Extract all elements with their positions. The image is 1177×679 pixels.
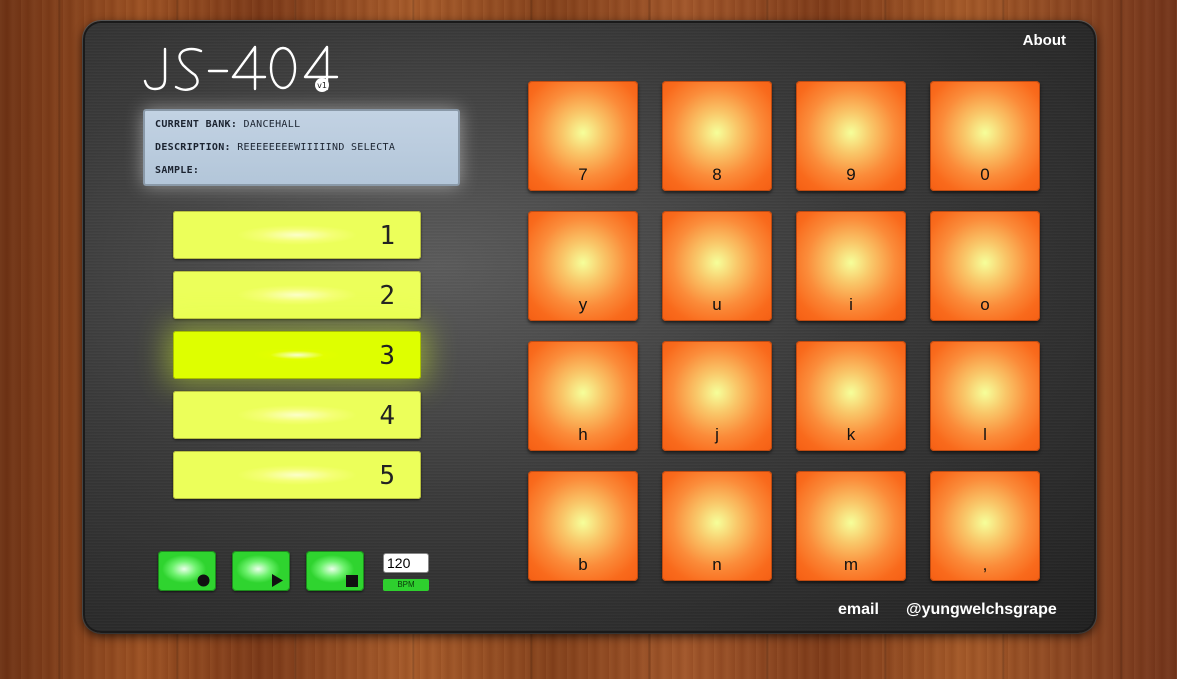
bank-button-3[interactable]: 3 xyxy=(173,331,421,379)
lcd-description-value: REEEEEEEEWIIIIIND SELECTA xyxy=(237,142,396,153)
lcd-bank-value: DANCEHALL xyxy=(243,119,301,130)
bank-button-4[interactable]: 4 xyxy=(173,391,421,439)
bank-number: 1 xyxy=(379,221,395,251)
logo-badge: v1 xyxy=(317,81,327,90)
pad-key-label: 7 xyxy=(578,165,588,184)
pad-key-label: i xyxy=(849,295,853,314)
bank-number: 2 xyxy=(379,281,395,311)
stop-button[interactable] xyxy=(306,551,364,591)
email-link[interactable]: email xyxy=(838,601,879,619)
pad-key-label: j xyxy=(715,425,719,444)
bpm-label: BPM xyxy=(383,579,429,591)
bank-number: 5 xyxy=(379,461,395,491)
pad-key-label: u xyxy=(712,295,722,314)
lcd-sample-key: SAMPLE: xyxy=(155,165,200,176)
play-icon xyxy=(272,574,283,587)
lcd-description-key: DESCRIPTION: xyxy=(155,142,231,153)
lcd-bank-key: CURRENT BANK: xyxy=(155,119,238,130)
pad-key-label: n xyxy=(712,555,722,574)
record-button[interactable] xyxy=(158,551,216,591)
pad-o[interactable]: o xyxy=(930,211,1040,321)
pad-key-label: l xyxy=(983,425,987,444)
pad-key-label: , xyxy=(982,555,988,574)
play-button[interactable] xyxy=(232,551,290,591)
pad-key-label: h xyxy=(578,425,588,444)
pad-key-label: k xyxy=(846,425,856,444)
bpm-input[interactable] xyxy=(383,553,429,573)
lcd-description-row: DESCRIPTION: REEEEEEEEWIIIIIND SELECTA xyxy=(155,141,395,155)
pad-k[interactable]: k xyxy=(796,341,906,451)
lcd-display: CURRENT BANK: DANCEHALL DESCRIPTION: REE… xyxy=(143,109,460,186)
pad-key-label: m xyxy=(843,555,859,574)
bank-number: 4 xyxy=(379,401,395,431)
pad-key-label: 8 xyxy=(712,165,722,184)
pad-key-label: y xyxy=(578,295,588,314)
bank-button-2[interactable]: 2 xyxy=(173,271,421,319)
pad-u[interactable]: u xyxy=(662,211,772,321)
pad-b[interactable]: b xyxy=(528,471,638,581)
pad-key-label: 0 xyxy=(980,165,990,184)
stop-icon xyxy=(346,575,358,587)
pad-7[interactable]: 7 xyxy=(528,81,638,191)
pad-i[interactable]: i xyxy=(796,211,906,321)
pad-key-label: b xyxy=(578,555,588,574)
twitter-link[interactable]: @yungwelchsgrape xyxy=(906,601,1057,619)
pad-key-label: 9 xyxy=(846,165,856,184)
lcd-bank-row: CURRENT BANK: DANCEHALL xyxy=(155,118,300,132)
pad-y[interactable]: y xyxy=(528,211,638,321)
bank-button-5[interactable]: 5 xyxy=(173,451,421,499)
pad-9[interactable]: 9 xyxy=(796,81,906,191)
record-icon xyxy=(197,574,210,587)
pad-h[interactable]: h xyxy=(528,341,638,451)
bank-button-1[interactable]: 1 xyxy=(173,211,421,259)
pad-0[interactable]: 0 xyxy=(930,81,1040,191)
pad-l[interactable]: l xyxy=(930,341,1040,451)
pad-key-label: o xyxy=(980,295,990,314)
pad-j[interactable]: j xyxy=(662,341,772,451)
bank-number: 3 xyxy=(379,341,395,371)
pad-n[interactable]: n xyxy=(662,471,772,581)
js-404-logo: v1 xyxy=(143,45,339,92)
pad-m[interactable]: m xyxy=(796,471,906,581)
lcd-sample-row: SAMPLE: xyxy=(155,164,199,178)
about-link[interactable]: About xyxy=(1023,32,1066,49)
pad-8[interactable]: 8 xyxy=(662,81,772,191)
drum-machine-panel: v1 About CURRENT BANK: DANCEHALL DESCRIP… xyxy=(83,21,1096,633)
pad-comma[interactable]: , xyxy=(930,471,1040,581)
